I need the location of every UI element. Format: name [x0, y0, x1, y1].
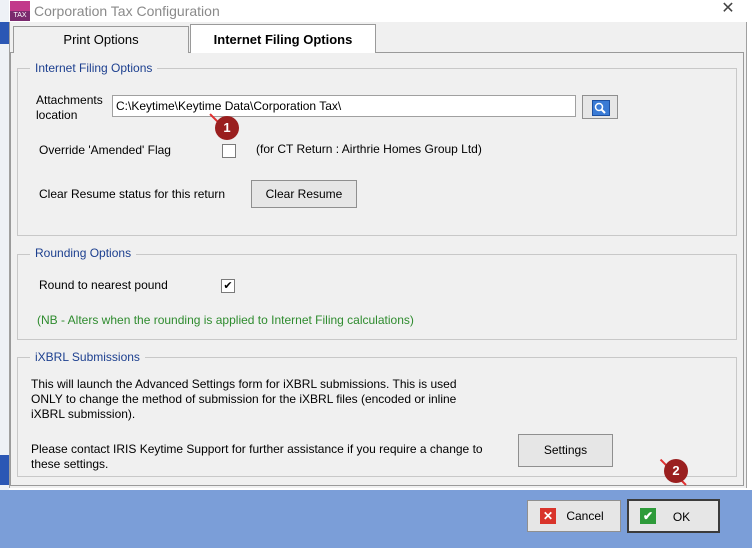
background-window-strip: [0, 0, 9, 548]
internet-filing-legend: Internet Filing Options: [30, 61, 158, 75]
override-note: (for CT Return : Airthrie Homes Group Lt…: [256, 142, 482, 156]
ixbrl-description-line3: iXBRL submission).: [31, 407, 136, 421]
round-nearest-pound-checkbox[interactable]: ✔: [221, 279, 235, 293]
app-icon: TAX: [10, 1, 30, 21]
background-window-bar: [0, 455, 9, 485]
clear-resume-button[interactable]: Clear Resume: [251, 180, 357, 208]
browse-button[interactable]: [582, 95, 618, 119]
settings-button[interactable]: Settings: [518, 434, 613, 467]
cancel-button[interactable]: ✕ Cancel: [527, 500, 621, 532]
tab-print-options[interactable]: Print Options: [13, 26, 189, 53]
round-nearest-pound-label: Round to nearest pound: [39, 278, 168, 292]
ixbrl-legend: iXBRL Submissions: [30, 350, 145, 364]
annotation-marker-1: 1: [215, 116, 239, 140]
ixbrl-description-line2: ONLY to change the method of submission …: [31, 392, 457, 406]
override-amended-label: Override 'Amended' Flag: [39, 143, 171, 157]
ok-label: OK: [672, 510, 691, 524]
magnifier-icon: [592, 100, 610, 116]
background-window-bar: [0, 22, 9, 44]
cancel-label: Cancel: [566, 509, 604, 523]
ixbrl-description-line1: This will launch the Advanced Settings f…: [31, 377, 457, 391]
rounding-note: (NB - Alters when the rounding is applie…: [37, 313, 414, 327]
ok-check-icon: ✔: [640, 508, 656, 524]
override-amended-checkbox[interactable]: [222, 144, 236, 158]
ixbrl-contact-line1: Please contact IRIS Keytime Support for …: [31, 442, 483, 456]
rounding-group: [17, 254, 737, 340]
attachments-location-input[interactable]: [112, 95, 576, 117]
clear-resume-label: Clear Resume status for this return: [39, 187, 226, 201]
attachments-label-line1: Attachments: [36, 93, 103, 107]
ixbrl-contact-line2: these settings.: [31, 457, 109, 471]
tab-internet-filing-options[interactable]: Internet Filing Options: [190, 24, 376, 53]
close-icon[interactable]: ✕: [717, 0, 739, 20]
attachments-label-line2: location: [36, 108, 78, 122]
annotation-marker-2: 2: [664, 459, 688, 483]
rounding-legend: Rounding Options: [30, 246, 137, 260]
cancel-x-icon: ✕: [540, 508, 556, 524]
ok-button[interactable]: ✔ OK: [627, 499, 720, 533]
window-title: Corporation Tax Configuration: [34, 3, 220, 19]
